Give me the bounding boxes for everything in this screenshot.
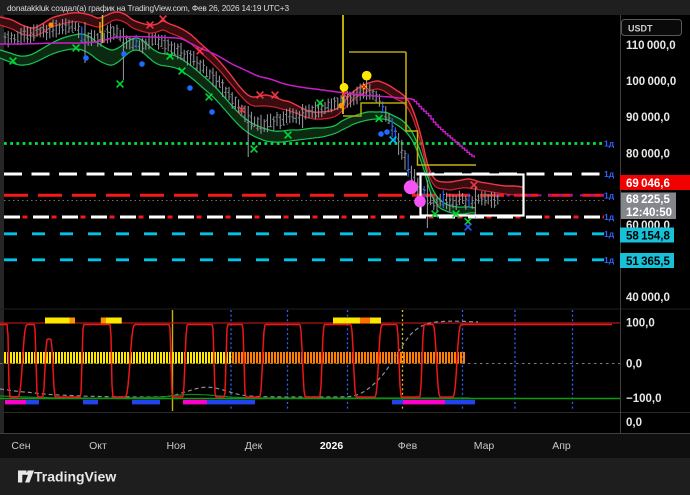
svg-text:Фев: Фев <box>398 440 418 452</box>
svg-text:12:40:50: 12:40:50 <box>626 207 672 219</box>
svg-text:donatakkluk создал(а) график н: donatakkluk создал(а) график на TradingV… <box>7 3 289 13</box>
svg-text:Апр: Апр <box>552 440 571 452</box>
svg-text:68 225,5: 68 225,5 <box>626 194 670 206</box>
svg-text:2026: 2026 <box>320 440 344 452</box>
svg-text:Окт: Окт <box>89 440 107 452</box>
svg-text:1д: 1д <box>604 190 615 200</box>
svg-text:51 365,5: 51 365,5 <box>626 256 670 268</box>
svg-text:USDT: USDT <box>628 24 653 34</box>
svg-text:Ноя: Ноя <box>166 440 185 452</box>
svg-text:Сен: Сен <box>11 440 30 452</box>
svg-text:−100,0: −100,0 <box>626 393 662 405</box>
svg-text:Дек: Дек <box>245 440 263 452</box>
svg-text:1д: 1д <box>604 169 615 179</box>
svg-text:0,0: 0,0 <box>626 359 642 371</box>
svg-text:1д: 1д <box>604 229 615 239</box>
svg-text:40 000,0: 40 000,0 <box>626 292 670 304</box>
svg-text:1д: 1д <box>604 255 615 265</box>
svg-text:100,0: 100,0 <box>626 318 655 330</box>
svg-text:80 000,0: 80 000,0 <box>626 149 670 161</box>
svg-text:0,0: 0,0 <box>626 417 642 429</box>
svg-text:90 000,0: 90 000,0 <box>626 112 670 124</box>
svg-text:1д: 1д <box>604 212 615 222</box>
svg-text:1д: 1д <box>604 139 615 149</box>
svg-text:110 000,0: 110 000,0 <box>626 40 676 52</box>
svg-text:69 046,6: 69 046,6 <box>626 178 670 190</box>
svg-text:Мар: Мар <box>474 440 495 452</box>
svg-text:58 154,8: 58 154,8 <box>626 231 670 243</box>
svg-text:100 000,0: 100 000,0 <box>626 76 676 88</box>
svg-text:TradingView: TradingView <box>34 469 116 485</box>
